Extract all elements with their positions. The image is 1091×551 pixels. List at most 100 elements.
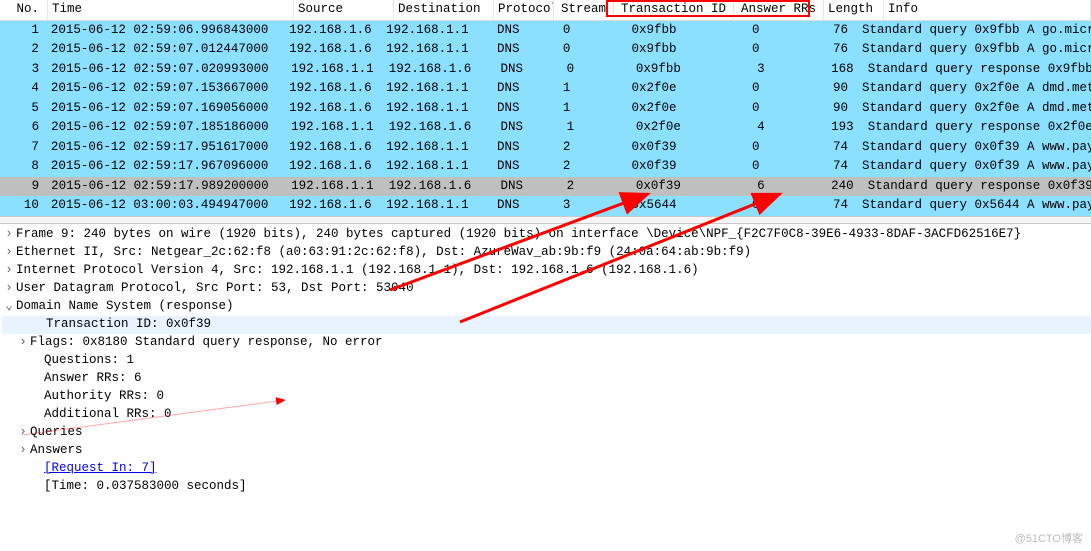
- cell-proto: DNS: [482, 60, 541, 80]
- cell-time: 2015-06-12 02:59:06.996843000: [47, 21, 285, 41]
- tree-dns-additional-rrs[interactable]: Additional RRs: 0: [2, 406, 1091, 424]
- packet-list-body[interactable]: 1 2015-06-12 02:59:06.996843000 192.168.1.…: [0, 21, 1091, 216]
- packet-row[interactable]: 22015-06-12 02:59:07.012447000192.168.1.…: [0, 40, 1091, 60]
- expand-icon[interactable]: ›: [16, 424, 30, 442]
- cell-info: Standard query 0x2f0e A dmd.met: [858, 79, 1091, 99]
- cell-info: Standard query 0x5644 A www.pay: [858, 196, 1091, 216]
- cell-tid: 0x2f0e: [596, 99, 712, 119]
- expand-icon[interactable]: ›: [2, 262, 16, 280]
- packet-row[interactable]: 52015-06-12 02:59:07.169056000192.168.1.…: [0, 99, 1091, 119]
- cell-time: 2015-06-12 02:59:07.153667000: [47, 79, 285, 99]
- cell-dst: 192.168.1.6: [385, 177, 483, 197]
- cell-tid: 0x9fbb: [596, 21, 712, 41]
- col-length-header[interactable]: Length: [824, 0, 884, 20]
- cell-time: 2015-06-12 02:59:07.169056000: [47, 99, 285, 119]
- cell-dst: 192.168.1.1: [382, 196, 479, 216]
- cell-len: 90: [799, 79, 858, 99]
- cell-arr: 4: [717, 118, 805, 138]
- tree-text: Answer RRs: 6: [44, 370, 142, 388]
- cell-proto: DNS: [482, 177, 541, 197]
- col-source-header[interactable]: Source: [294, 0, 394, 20]
- tree-text: Authority RRs: 0: [44, 388, 164, 406]
- cell-stream: 1: [537, 99, 595, 119]
- col-no-header[interactable]: No.: [0, 0, 48, 20]
- tree-dns-time[interactable]: [Time: 0.037583000 seconds]: [2, 478, 1091, 496]
- cell-info: Standard query 0x9fbb A go.micr: [858, 21, 1091, 41]
- packet-row[interactable]: 72015-06-12 02:59:17.951617000192.168.1.…: [0, 138, 1091, 158]
- cell-arr: 0: [712, 196, 799, 216]
- packet-row[interactable]: 92015-06-12 02:59:17.989200000192.168.1.…: [0, 177, 1091, 197]
- tree-dns-answers[interactable]: ›Answers: [2, 442, 1091, 460]
- cell-src: 192.168.1.6: [285, 196, 382, 216]
- cell-arr: 6: [717, 177, 805, 197]
- cell-proto: DNS: [479, 99, 537, 119]
- col-transaction-id-header[interactable]: Transaction ID: [614, 0, 734, 20]
- packet-list-header[interactable]: No. Time Source Destination Protocol Str…: [0, 0, 1091, 21]
- packet-details-pane[interactable]: ›Frame 9: 240 bytes on wire (1920 bits),…: [0, 224, 1091, 496]
- cell-time: 2015-06-12 03:00:03.494947000: [47, 196, 285, 216]
- tree-ethernet[interactable]: ›Ethernet II, Src: Netgear_2c:62:f8 (a0:…: [2, 244, 1091, 262]
- cell-proto: DNS: [479, 21, 537, 41]
- tree-dns-queries[interactable]: ›Queries: [2, 424, 1091, 442]
- cell-no: 8: [0, 157, 47, 177]
- cell-stream: 3: [537, 196, 595, 216]
- tree-dns-answer-rrs[interactable]: Answer RRs: 6: [2, 370, 1091, 388]
- cell-len: 74: [799, 138, 858, 158]
- packet-row[interactable]: 12015-06-12 02:59:06.996843000192.168.1.…: [0, 21, 1091, 41]
- horizontal-splitter[interactable]: [0, 216, 1091, 224]
- expand-icon[interactable]: ›: [2, 280, 16, 298]
- packet-list-pane: No. Time Source Destination Protocol Str…: [0, 0, 1091, 216]
- cell-stream: 0: [541, 60, 600, 80]
- packet-row[interactable]: 32015-06-12 02:59:07.020993000192.168.1.…: [0, 60, 1091, 80]
- expand-icon[interactable]: ›: [16, 334, 30, 352]
- collapse-icon[interactable]: ⌄: [2, 298, 16, 316]
- tree-text-link[interactable]: [Request In: 7]: [44, 460, 157, 478]
- cell-len: 76: [799, 40, 858, 60]
- cell-time: 2015-06-12 02:59:17.967096000: [47, 157, 285, 177]
- packet-row[interactable]: 82015-06-12 02:59:17.967096000192.168.1.…: [0, 157, 1091, 177]
- tree-dns-transaction-id[interactable]: Transaction ID: 0x0f39: [2, 316, 1091, 334]
- tree-dns-flags[interactable]: ›Flags: 0x8180 Standard query response, …: [2, 334, 1091, 352]
- expand-icon[interactable]: ›: [16, 442, 30, 460]
- tree-udp[interactable]: ›User Datagram Protocol, Src Port: 53, D…: [2, 280, 1091, 298]
- tree-frame[interactable]: ›Frame 9: 240 bytes on wire (1920 bits),…: [2, 226, 1091, 244]
- tree-text: Frame 9: 240 bytes on wire (1920 bits), …: [16, 226, 1021, 244]
- cell-dst: 192.168.1.1: [382, 79, 479, 99]
- cell-tid: 0x0f39: [596, 138, 712, 158]
- cell-tid: 0x2f0e: [600, 118, 717, 138]
- cell-time: 2015-06-12 02:59:07.020993000: [47, 60, 287, 80]
- tree-dns-request-in[interactable]: [Request In: 7]: [2, 460, 1091, 478]
- col-stream-header[interactable]: Stream: [554, 0, 614, 20]
- tree-text: Ethernet II, Src: Netgear_2c:62:f8 (a0:6…: [16, 244, 751, 262]
- cell-dst: 192.168.1.1: [382, 21, 479, 41]
- tree-ip[interactable]: ›Internet Protocol Version 4, Src: 192.1…: [2, 262, 1091, 280]
- cell-stream: 2: [541, 177, 600, 197]
- cell-dst: 192.168.1.1: [382, 138, 479, 158]
- tree-dns[interactable]: ⌄Domain Name System (response): [2, 298, 1091, 316]
- col-destination-header[interactable]: Destination: [394, 0, 494, 20]
- tree-dns-questions[interactable]: Questions: 1: [2, 352, 1091, 370]
- expand-icon[interactable]: ›: [2, 244, 16, 262]
- cell-len: 90: [799, 99, 858, 119]
- cell-stream: 2: [537, 157, 595, 177]
- cell-no: 9: [0, 177, 47, 197]
- col-protocol-header[interactable]: Protocol: [494, 0, 554, 20]
- cell-info: Standard query 0x0f39 A www.pay: [858, 157, 1091, 177]
- packet-row[interactable]: 102015-06-12 03:00:03.494947000192.168.1…: [0, 196, 1091, 216]
- packet-row[interactable]: 42015-06-12 02:59:07.153667000192.168.1.…: [0, 79, 1091, 99]
- col-info-header[interactable]: Info: [884, 0, 1091, 20]
- cell-len: 168: [805, 60, 864, 80]
- cell-arr: 3: [717, 60, 805, 80]
- cell-no: 7: [0, 138, 47, 158]
- expand-icon[interactable]: ›: [2, 226, 16, 244]
- cell-stream: 0: [537, 21, 595, 41]
- cell-tid: 0x0f39: [596, 157, 712, 177]
- tree-text: Internet Protocol Version 4, Src: 192.16…: [16, 262, 699, 280]
- cell-src: 192.168.1.1: [287, 118, 385, 138]
- cell-info: Standard query 0x0f39 A www.pay: [858, 138, 1091, 158]
- packet-row[interactable]: 62015-06-12 02:59:07.185186000192.168.1.…: [0, 118, 1091, 138]
- col-time-header[interactable]: Time: [48, 0, 294, 20]
- col-answer-rrs-header[interactable]: Answer RRs: [734, 0, 824, 20]
- tree-dns-authority-rrs[interactable]: Authority RRs: 0: [2, 388, 1091, 406]
- cell-arr: 0: [712, 40, 799, 60]
